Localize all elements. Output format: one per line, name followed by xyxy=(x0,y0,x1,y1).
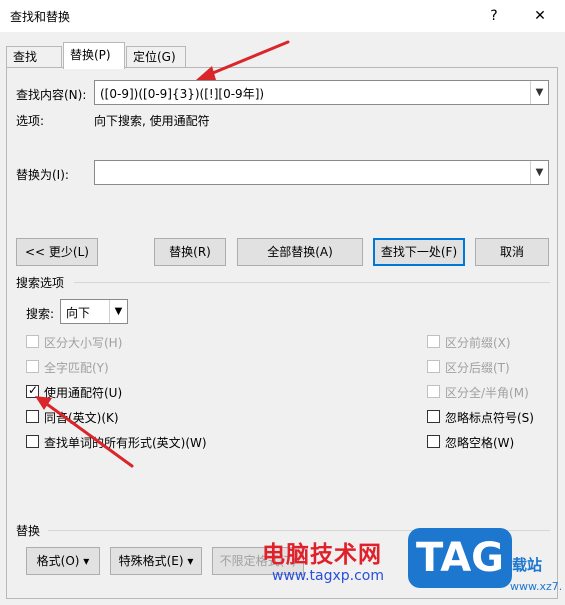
replace-all-button[interactable]: 全部替换(A) xyxy=(237,238,363,266)
chevron-down-icon[interactable]: ▼ xyxy=(530,161,548,184)
checkbox-box[interactable] xyxy=(427,435,440,448)
replace-label: 替换为(I): xyxy=(16,168,69,182)
tab-find[interactable]: 查找(D) xyxy=(6,46,62,84)
checkbox-box[interactable] xyxy=(26,435,39,448)
title-bar: 查找和替换 ? ✕ xyxy=(0,0,565,32)
watermark-url: www.tagxp.com xyxy=(272,568,384,584)
checkbox-label[interactable]: 查找单词的所有形式(英文)(W) xyxy=(44,434,207,451)
watermark-text: 电脑技术网 xyxy=(262,542,382,568)
cancel-button[interactable]: 取消 xyxy=(475,238,549,266)
chevron-down-icon[interactable]: ▼ xyxy=(109,300,127,323)
checkbox-box[interactable] xyxy=(26,410,39,423)
less-button[interactable]: << 更少(L) xyxy=(16,238,98,266)
close-button[interactable]: ✕ xyxy=(526,4,554,28)
search-options-title: 搜索选项 xyxy=(16,276,65,290)
checkbox-label: 区分前缀(X) xyxy=(445,336,511,350)
checkbox-label[interactable]: 忽略标点符号(S) xyxy=(445,409,534,426)
search-direction-select[interactable]: 向下 ▼ xyxy=(60,299,128,324)
checkbox-label[interactable]: 忽略空格(W) xyxy=(445,434,514,451)
replace-panel xyxy=(6,67,558,599)
checkbox-box xyxy=(427,335,440,348)
chevron-down-icon[interactable]: ▼ xyxy=(530,81,548,104)
watermark-site: 载站 xyxy=(512,556,543,574)
options-value: 向下搜索, 使用通配符 xyxy=(94,114,210,128)
checkbox-box[interactable]: ✓ xyxy=(26,383,39,398)
replace-section-title: 替换 xyxy=(16,524,41,538)
checkbox-label: 全字匹配(Y) xyxy=(44,361,109,375)
find-next-button[interactable]: 查找下一处(F) xyxy=(373,238,465,266)
search-direction-label: 搜索: xyxy=(26,307,55,321)
checkbox-label: 区分后缀(T) xyxy=(445,361,510,375)
window-title: 查找和替换 xyxy=(10,10,71,24)
tag-logo: TAG xyxy=(408,528,512,588)
checkbox-box xyxy=(427,360,440,373)
find-value: ([0-9])([0-9]{3})([!][0-9年]) xyxy=(100,87,265,101)
tab-goto[interactable]: 定位(G) xyxy=(126,46,186,68)
check-icon: ✓ xyxy=(28,383,39,397)
checkbox-box[interactable] xyxy=(427,410,440,423)
checkbox-label: 区分大小写(H) xyxy=(44,336,123,350)
watermark-site-url: www.xz7.com xyxy=(510,580,562,593)
checkbox-box xyxy=(26,360,39,373)
find-input[interactable]: ([0-9])([0-9]{3})([!][0-9年]) ▼ xyxy=(94,80,549,105)
tab-replace[interactable]: 替换(P) xyxy=(63,42,125,69)
help-button[interactable]: ? xyxy=(480,4,508,28)
format-button[interactable]: 格式(O) ▾ xyxy=(26,547,100,575)
checkbox-label[interactable]: 同音(英文)(K) xyxy=(44,409,119,426)
options-label: 选项: xyxy=(16,114,45,128)
replace-input[interactable]: ▼ xyxy=(94,160,549,185)
checkbox-box xyxy=(427,385,440,398)
divider xyxy=(74,282,550,283)
search-direction-value: 向下 xyxy=(66,306,91,320)
checkbox-label: 区分全/半角(M) xyxy=(445,386,529,400)
special-format-button[interactable]: 特殊格式(E) ▾ xyxy=(110,547,202,575)
replace-button[interactable]: 替换(R) xyxy=(154,238,226,266)
checkbox-label[interactable]: 使用通配符(U) xyxy=(44,384,122,401)
find-label: 查找内容(N): xyxy=(16,88,87,102)
checkbox-box xyxy=(26,335,39,348)
